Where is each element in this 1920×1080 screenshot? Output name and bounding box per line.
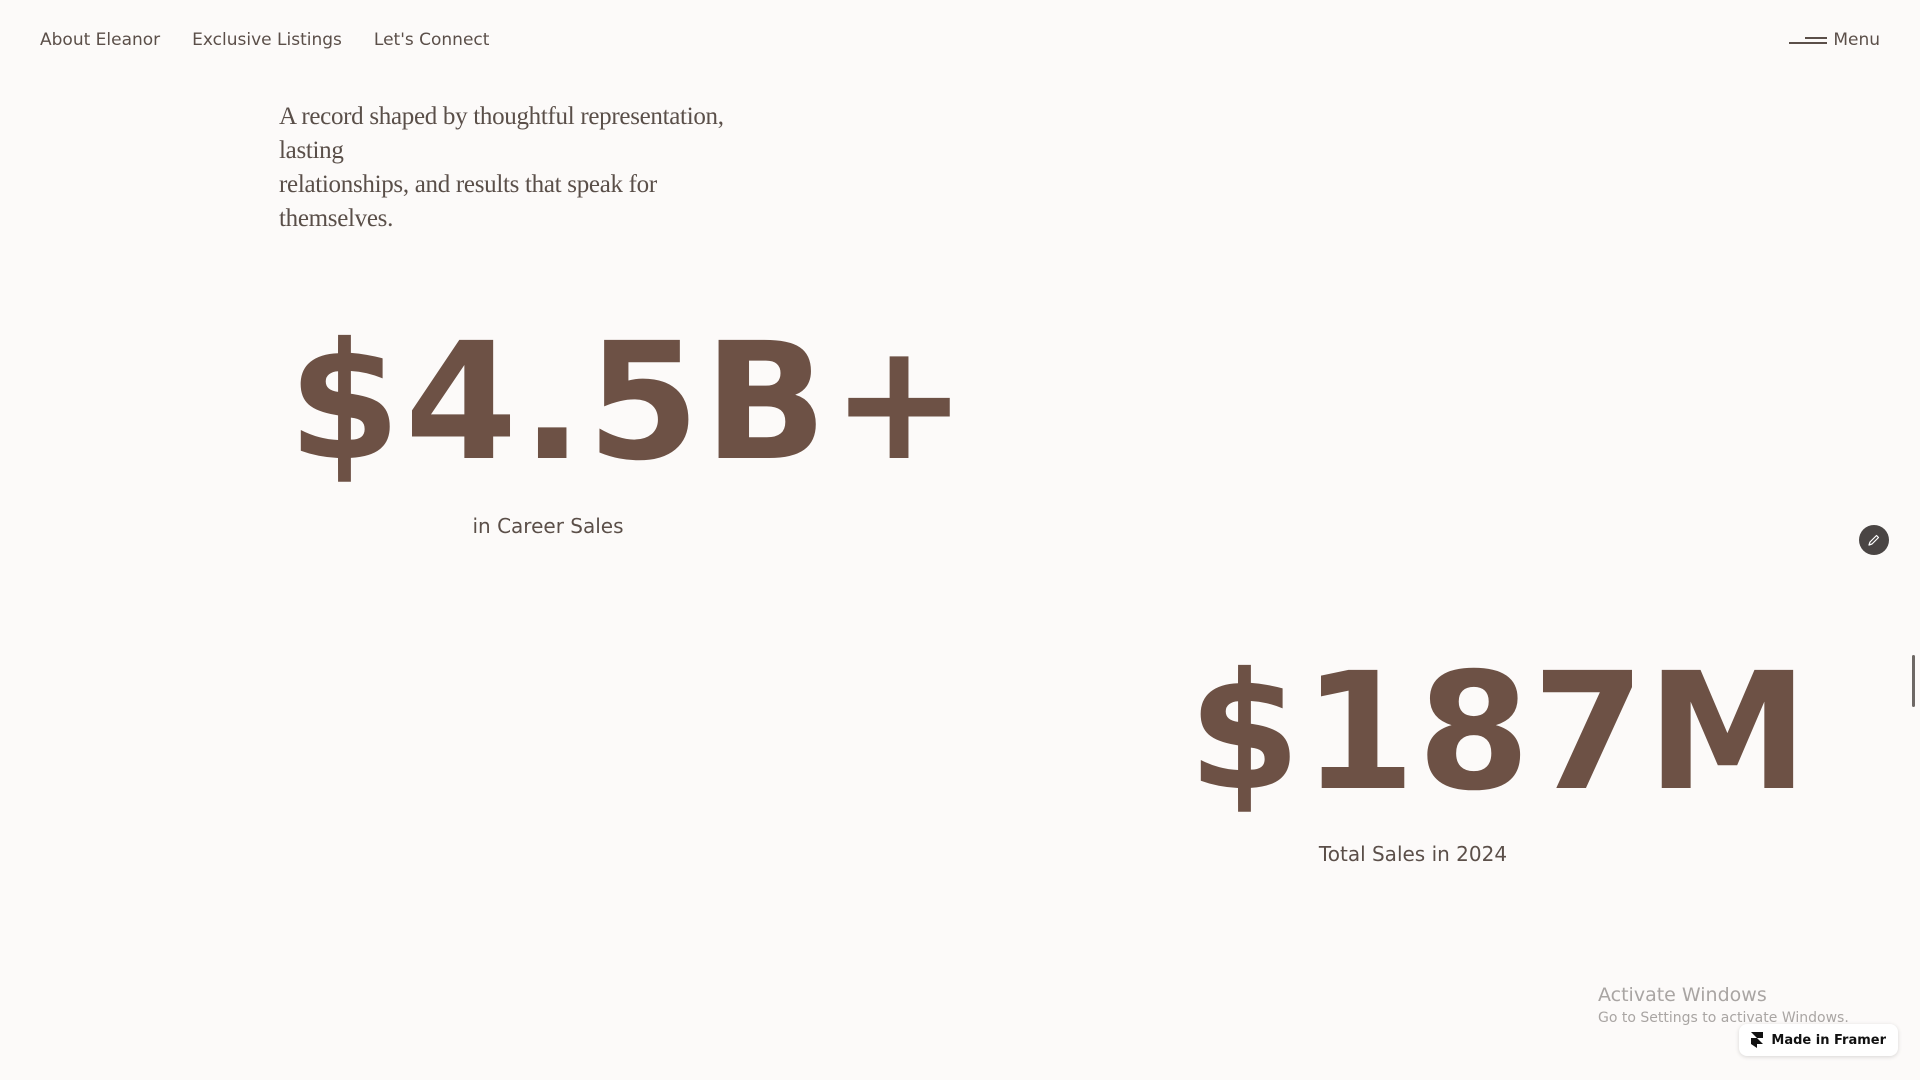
total-sales-2024-value: $187M <box>1188 639 1811 827</box>
intro-text: A record shaped by thoughtful representa… <box>279 100 749 236</box>
pencil-icon <box>1868 534 1880 546</box>
hamburger-lines-icon <box>1789 35 1828 45</box>
top-nav: About Eleanor Exclusive Listings Let's C… <box>40 30 489 50</box>
framer-logo-icon <box>1751 1032 1764 1048</box>
scrollbar-thumb[interactable] <box>1912 655 1915 707</box>
intro-line-1: A record shaped by thoughtful representa… <box>279 103 724 164</box>
nav-about-eleanor[interactable]: About Eleanor <box>40 30 160 50</box>
menu-button[interactable]: Menu <box>1789 30 1880 50</box>
intro-line-2: relationships, and results that speak fo… <box>279 171 657 232</box>
activate-windows-title: Activate Windows <box>1598 984 1767 1006</box>
menu-label: Menu <box>1833 30 1880 50</box>
nav-exclusive-listings[interactable]: Exclusive Listings <box>192 30 342 50</box>
career-sales-label: in Career Sales <box>472 514 624 538</box>
made-in-framer-badge[interactable]: Made in Framer <box>1739 1024 1898 1056</box>
activate-windows-watermark: Activate Windows Go to Settings to activ… <box>1598 984 1849 1026</box>
total-sales-2024-label: Total Sales in 2024 <box>1318 842 1508 866</box>
edit-button[interactable] <box>1859 525 1889 555</box>
nav-lets-connect[interactable]: Let's Connect <box>374 30 490 50</box>
career-sales-value: $4.5B+ <box>288 309 971 497</box>
made-in-framer-label: Made in Framer <box>1771 1032 1886 1048</box>
